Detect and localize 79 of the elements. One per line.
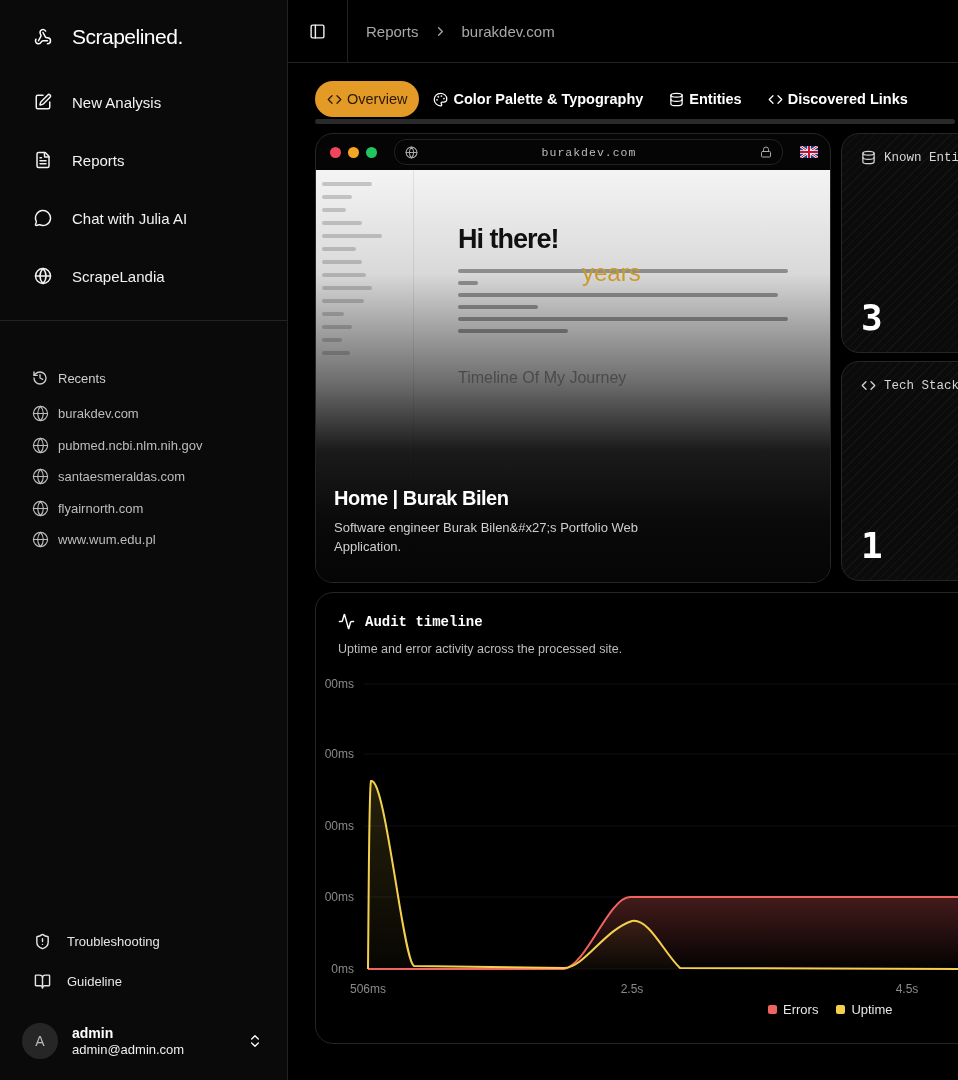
avatar: A bbox=[22, 1023, 58, 1059]
nav-item[interactable]: Chat with Julia AI bbox=[34, 202, 287, 234]
globe-icon bbox=[34, 267, 52, 285]
blurred-text-line bbox=[322, 208, 346, 212]
recent-item[interactable]: flyairnorth.com bbox=[32, 497, 287, 519]
breadcrumb-link[interactable]: burakdev.com bbox=[461, 22, 555, 40]
user-name: admin bbox=[72, 1025, 115, 1041]
panel-left-icon bbox=[309, 22, 326, 40]
palette-icon bbox=[433, 91, 449, 107]
blurred-text-line bbox=[322, 234, 382, 238]
y-axis-label: 00ms bbox=[324, 677, 354, 691]
book-icon bbox=[34, 973, 51, 990]
edit-icon bbox=[34, 93, 52, 111]
blurred-text-line bbox=[458, 281, 478, 285]
stat-label: Tech Stack bbox=[884, 378, 958, 393]
recent-item[interactable]: www.wum.edu.pl bbox=[32, 529, 287, 550]
recent-item[interactable]: burakdev.com bbox=[32, 403, 287, 424]
y-axis-label: 00ms bbox=[324, 890, 354, 904]
recent-item[interactable]: santaesmeraldas.com bbox=[32, 466, 287, 487]
page-description: Software engineer Burak Bilen&#x27;s Portfolio Web Application. bbox=[334, 519, 639, 556]
globe-icon bbox=[32, 468, 49, 485]
tab[interactable]: Entities bbox=[657, 81, 754, 117]
nav-item[interactable]: ScrapeLandia bbox=[34, 260, 287, 292]
sidebar-link[interactable]: Guideline bbox=[34, 971, 287, 992]
blurred-text-line bbox=[322, 286, 372, 290]
x-axis-label: 4.5s bbox=[895, 982, 919, 996]
y-axis-label: 0ms bbox=[331, 962, 354, 976]
recent-item[interactable]: pubmed.ncbi.nlm.nih.gov bbox=[32, 434, 287, 456]
globe-icon bbox=[32, 531, 49, 548]
y-axis-label: 00ms bbox=[324, 747, 354, 761]
globe-icon bbox=[405, 145, 418, 159]
blurred-text-line bbox=[322, 299, 364, 303]
breadcrumb-link[interactable]: Reports bbox=[366, 22, 419, 40]
nav-item[interactable]: New Analysis bbox=[34, 86, 287, 118]
user-email: admin@admin.com bbox=[72, 1042, 186, 1057]
database-icon bbox=[669, 91, 685, 107]
card-subtitle: Uptime and error activity across the processed site. bbox=[338, 642, 624, 656]
window-dot bbox=[348, 146, 359, 158]
page-title: Home | Burak Bilen bbox=[334, 487, 510, 510]
blurred-text-line bbox=[322, 260, 362, 264]
section-title: Recents bbox=[58, 370, 106, 386]
card-title: Audit timeline bbox=[365, 613, 483, 630]
y-axis-label: 00ms bbox=[324, 819, 354, 833]
globe-icon bbox=[32, 499, 49, 517]
blurred-text-line bbox=[322, 273, 366, 277]
logo-icon bbox=[34, 28, 52, 46]
code-icon bbox=[861, 378, 876, 393]
flag-icon bbox=[800, 146, 818, 158]
history-icon bbox=[32, 370, 48, 386]
legend-label: Errors bbox=[783, 1002, 819, 1017]
highlight-word: years bbox=[582, 259, 641, 287]
tab[interactable]: Discovered Links bbox=[755, 81, 920, 117]
blurred-text-line bbox=[322, 195, 352, 199]
stat-value: 1 bbox=[861, 525, 884, 566]
document-icon bbox=[34, 151, 52, 169]
blurred-text-line bbox=[322, 182, 372, 186]
legend-label: Uptime bbox=[851, 1002, 893, 1017]
activity-icon bbox=[338, 613, 355, 630]
chat-bubble-icon bbox=[34, 209, 52, 227]
tab[interactable]: Overview bbox=[315, 81, 420, 117]
lock-icon bbox=[760, 146, 772, 158]
address-bar: burakdev.com bbox=[394, 139, 783, 165]
x-axis-label: 506ms bbox=[350, 982, 386, 996]
sidebar-link[interactable]: Troubleshooting bbox=[34, 931, 287, 952]
globe-icon bbox=[32, 436, 49, 454]
site-heading: Hi there! bbox=[458, 224, 560, 255]
globe-icon bbox=[32, 405, 49, 422]
stat-value: 3 bbox=[861, 297, 884, 338]
window-dot bbox=[366, 146, 377, 158]
stat-label: Known Enti bbox=[884, 150, 958, 165]
blurred-text-line bbox=[322, 247, 356, 251]
blurred-text-line bbox=[322, 221, 362, 225]
shield-alert-icon bbox=[34, 933, 51, 950]
window-dot bbox=[330, 146, 341, 158]
nav-item[interactable]: Reports bbox=[34, 144, 287, 176]
tab[interactable]: Color Palette & Typography bbox=[421, 81, 656, 117]
brand-name: Scrapelined. bbox=[72, 25, 183, 49]
x-axis-label: 2.5s bbox=[620, 982, 644, 996]
database-icon bbox=[861, 150, 876, 165]
